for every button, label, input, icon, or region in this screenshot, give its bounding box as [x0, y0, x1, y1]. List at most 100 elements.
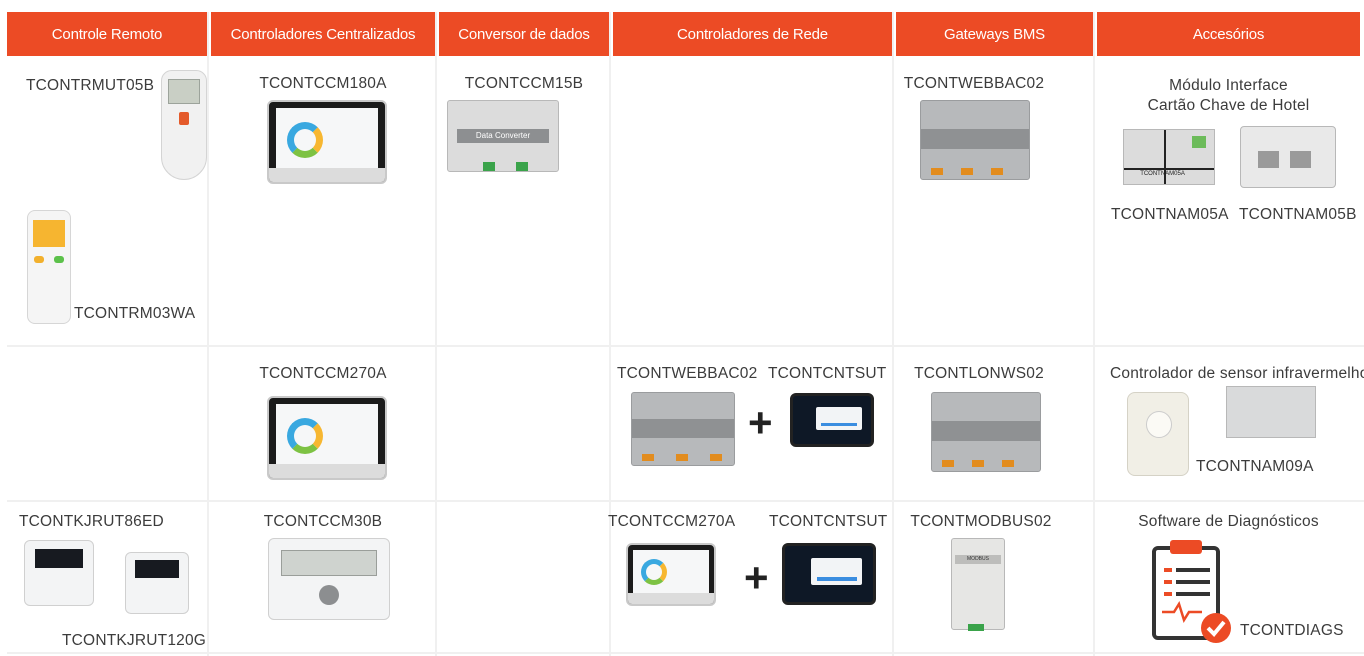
- terminal-block: [961, 168, 973, 175]
- status-ring: [287, 122, 323, 158]
- gateway-rail: [921, 129, 1029, 150]
- product-title: Controlador de sensor infravermelho: [1110, 365, 1364, 382]
- header-controle-remoto: Controle Remoto: [7, 12, 207, 56]
- touch-panel-icon: [267, 100, 387, 184]
- grid-divider: [609, 12, 611, 656]
- grid-divider: [892, 12, 894, 656]
- converter-panel: Data Converter: [456, 129, 550, 143]
- gateway-icon: [920, 100, 1030, 180]
- clipboard-check-icon: [1146, 536, 1236, 646]
- remote-display: [168, 78, 200, 105]
- product-label: TCONTCCM270A: [259, 365, 387, 382]
- touch-panel-icon: [790, 393, 874, 447]
- product-label: TCONTCCM15B: [464, 75, 584, 92]
- gateway-label-plate: MODBUS GATEWAY: [955, 555, 1001, 565]
- product-label: TCONTCNTSUT: [768, 365, 887, 382]
- remote-display: [33, 219, 65, 247]
- interface-module-icon: TCONTNAM05A: [1123, 129, 1215, 185]
- gateway-rail: [632, 418, 734, 438]
- grid-divider: [7, 500, 1364, 502]
- product-label: TCONTWEBBAC02: [903, 75, 1045, 92]
- remote-control-icon: [27, 210, 71, 324]
- terminal-block: [516, 162, 529, 171]
- terminal-block: [991, 168, 1003, 175]
- module-port: [1289, 151, 1311, 168]
- header-controladores-de-rede: Controladores de Rede: [613, 12, 892, 56]
- product-label: TCONTCNTSUT: [769, 513, 888, 530]
- touch-panel-icon: [626, 543, 716, 606]
- terminal-block: [642, 454, 654, 461]
- status-ring: [287, 418, 323, 454]
- gateway-rail: [932, 421, 1040, 442]
- panel-button: [821, 422, 857, 426]
- terminal-block: [942, 460, 954, 467]
- wall-display: [34, 548, 84, 568]
- product-label: TCONTDIAGS: [1240, 622, 1344, 639]
- header-conversor-de-dados: Conversor de dados: [439, 12, 609, 56]
- panel-bezel: [628, 593, 714, 604]
- interface-module-icon: [1240, 126, 1336, 188]
- panel-bezel: [269, 463, 385, 478]
- product-title: Módulo Interface: [1169, 77, 1288, 94]
- wall-controller-icon: [125, 552, 189, 614]
- remote-button: [178, 112, 190, 125]
- header-accesorios: Accesórios: [1097, 12, 1360, 56]
- wall-dial: [319, 585, 340, 606]
- gateway-icon: [631, 392, 735, 466]
- remote-button: [33, 255, 44, 263]
- product-title: Software de Diagnósticos: [1138, 513, 1319, 530]
- infrared-sensor-icon: [1127, 392, 1189, 476]
- product-label: TCONTRMUT05B: [26, 77, 155, 94]
- clipboard-check-icon-svg: [1152, 540, 1231, 643]
- grid-divider: [435, 12, 437, 656]
- gateway-icon: [931, 392, 1041, 472]
- terminal-block: [972, 460, 984, 467]
- terminal-block: [710, 454, 722, 461]
- grid-divider: [7, 345, 1364, 347]
- product-label: TCONTMODBUS02: [910, 513, 1052, 530]
- product-label: TCONTNAM05A: [1111, 206, 1229, 223]
- panel-bezel: [269, 167, 385, 182]
- touch-panel-icon: [267, 396, 387, 480]
- module-port: [1257, 151, 1279, 168]
- terminal-block: [1192, 136, 1206, 148]
- terminal-block: [931, 168, 943, 175]
- product-label: TCONTCCM270A: [608, 513, 736, 530]
- gateway-icon: Data Converter: [447, 100, 559, 172]
- header-gateways-bms: Gateways BMS: [896, 12, 1093, 56]
- terminal-block: [676, 454, 688, 461]
- plus-icon: +: [744, 554, 769, 601]
- product-label: TCONTKJRUT120G: [62, 632, 207, 649]
- product-label: TCONTKJRUT86ED: [19, 513, 164, 530]
- product-label: TCONTCCM30B: [263, 513, 383, 530]
- remote-control-icon: [161, 70, 207, 180]
- header-controladores-centralizados: Controladores Centralizados: [211, 12, 435, 56]
- module-stripe: [1124, 167, 1214, 170]
- grid-divider: [207, 12, 209, 656]
- panel-screen: [816, 406, 862, 430]
- status-ring: [641, 559, 667, 585]
- wall-display: [281, 550, 377, 577]
- terminal-block: [967, 624, 984, 631]
- product-label: TCONTCCM180A: [259, 75, 387, 92]
- plus-icon: +: [748, 399, 773, 446]
- panel-screen: [811, 558, 863, 586]
- product-label: TCONTLONWS02: [914, 365, 1044, 382]
- product-label: TCONTRM03WA: [74, 305, 196, 322]
- terminal-block: [483, 162, 496, 171]
- grid-divider: [1093, 12, 1095, 656]
- wall-controller-icon: [268, 538, 390, 620]
- panel-button: [816, 577, 858, 581]
- interface-module-icon: [1226, 386, 1316, 438]
- product-label: TCONTWEBBAC02: [617, 365, 758, 382]
- sensor-lens: [1146, 411, 1172, 438]
- touch-panel-icon: [782, 543, 876, 605]
- product-title: Cartão Chave de Hotel: [1147, 97, 1310, 114]
- module-print: TCONTNAM05A: [1140, 171, 1185, 178]
- grid-divider: [7, 652, 1364, 654]
- remote-button: [54, 255, 65, 263]
- wall-controller-icon: [24, 540, 94, 606]
- wall-display: [134, 560, 180, 579]
- product-label: TCONTNAM09A: [1196, 458, 1314, 475]
- terminal-block: [1002, 460, 1014, 467]
